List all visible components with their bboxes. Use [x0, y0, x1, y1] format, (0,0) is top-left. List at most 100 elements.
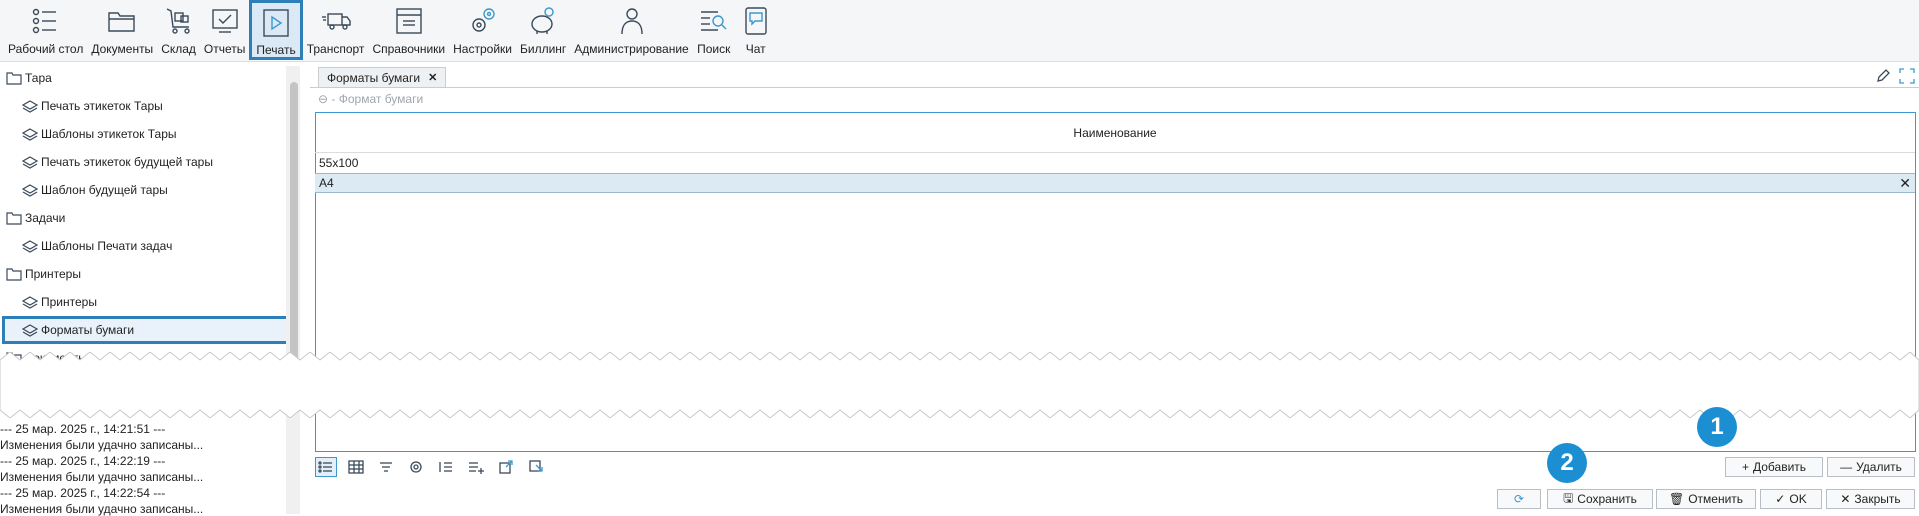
toolbar-label: Чат — [745, 42, 766, 56]
save-button-label: Сохранить — [1577, 492, 1637, 506]
tab-label: Форматы бумаги — [327, 70, 421, 85]
chat-icon — [739, 4, 773, 38]
save-button[interactable]: 🖫 Сохранить — [1547, 489, 1653, 509]
import-icon[interactable] — [525, 457, 547, 477]
layers-icon — [22, 239, 38, 253]
folder-icon — [6, 211, 22, 225]
tree-label: Печать этикеток Тары — [41, 99, 163, 113]
refresh-icon: ⟳ — [1513, 492, 1525, 506]
group-label: Формат бумаги — [338, 92, 424, 106]
tree-label: Принтеры — [25, 267, 81, 281]
trash-icon: 🗑 — [1668, 492, 1685, 506]
add-button[interactable]: + Добавить — [1725, 457, 1823, 477]
minus-icon: — — [1840, 460, 1853, 474]
add-list-icon[interactable] — [465, 457, 487, 477]
toolbar-label: Склад — [161, 42, 196, 56]
tab-divider — [310, 87, 1919, 88]
toolbar-warehouse-button[interactable]: Склад — [157, 0, 200, 60]
toolbar-label: Рабочий стол — [8, 42, 84, 56]
clear-icon[interactable]: ✕ — [1899, 175, 1911, 192]
list-view-icon[interactable] — [315, 457, 337, 477]
plus-icon: + — [1741, 460, 1749, 474]
tree-label: Шаблон будущей тары — [41, 183, 168, 197]
toolbar-settings-button[interactable]: Настройки — [449, 0, 516, 60]
gear-icon[interactable] — [405, 457, 427, 477]
tree-label: Шаблоны Печати задач — [41, 239, 173, 253]
collapse-icon[interactable]: ⊖ — [318, 92, 328, 106]
tree-item-print-tara-labels[interactable]: Печать этикеток Тары — [22, 95, 163, 117]
toolbar-label: Поиск — [697, 42, 731, 56]
toolbar-reports-button[interactable]: Отчеты — [200, 0, 249, 60]
tree-item-future-tara-template[interactable]: Шаблон будущей тары — [22, 179, 168, 201]
sidebar-scroll-thumb[interactable] — [290, 82, 298, 382]
truck-icon — [319, 4, 353, 38]
toolbar-print-button[interactable]: Печать — [249, 0, 303, 60]
row-value: A4 — [319, 176, 334, 190]
check-icon: ✓ — [1775, 492, 1786, 506]
layers-icon — [22, 127, 38, 141]
toolbar-search-button[interactable]: Поиск — [693, 0, 735, 60]
cart-icon — [162, 4, 196, 38]
toolbar-label: Администрирование — [574, 42, 689, 56]
toolbar-billing-button[interactable]: Биллинг — [516, 0, 570, 60]
numbered-list-icon[interactable] — [435, 457, 457, 477]
grid-view-icon[interactable] — [345, 457, 367, 477]
close-icon: ✕ — [1840, 492, 1851, 506]
ok-button[interactable]: ✓ OK — [1760, 489, 1822, 509]
toolbar-references-button[interactable]: Справочники — [368, 0, 449, 60]
close-button-label: Закрыть — [1854, 492, 1901, 506]
folder-icon — [105, 4, 139, 38]
tree-folder-tasks[interactable]: Задачи — [6, 207, 65, 229]
expand-icon[interactable] — [1899, 68, 1915, 84]
toolbar-label: Документы — [91, 42, 154, 56]
report-icon — [208, 4, 242, 38]
layers-icon — [22, 183, 38, 197]
tree-label: Принтеры — [41, 295, 97, 309]
tab-paper-formats[interactable]: Форматы бумаги ✕ — [318, 67, 447, 87]
toolbar-label: Печать — [256, 43, 296, 57]
export-icon[interactable] — [495, 457, 517, 477]
table-row[interactable]: 55x100 — [315, 153, 1915, 173]
column-header-name[interactable]: Наименование — [315, 113, 1915, 153]
close-tab-icon[interactable]: ✕ — [428, 71, 437, 84]
log-timestamp: --- 25 мар. 2025 г., 14:22:19 --- — [0, 454, 166, 468]
toolbar-chat-button[interactable]: Чат — [735, 0, 777, 60]
tree-item-print-future-tara[interactable]: Печать этикеток будущей тары — [22, 151, 213, 173]
piggy-bank-icon — [526, 4, 560, 38]
group-header[interactable]: ⊖ - Формат бумаги — [318, 92, 423, 106]
delete-button[interactable]: — Удалить — [1827, 457, 1915, 477]
toolbar-admin-button[interactable]: Администрирование — [570, 0, 692, 60]
tree-folder-printers[interactable]: Принтеры — [6, 263, 81, 285]
log-timestamp: --- 25 мар. 2025 г., 14:21:51 --- — [0, 422, 166, 436]
toolbar-label: Справочники — [372, 42, 446, 56]
tree-item-tara-label-templates[interactable]: Шаблоны этикеток Тары — [22, 123, 177, 145]
floppy-icon: 🖫 — [1563, 490, 1574, 505]
tree-label: Форматы бумаги — [41, 323, 135, 337]
toolbar-label: Настройки — [453, 42, 512, 56]
close-button[interactable]: ✕ Закрыть — [1826, 489, 1915, 509]
tree-item-paper-formats[interactable]: Форматы бумаги — [2, 316, 291, 344]
tree-item-printers[interactable]: Принтеры — [22, 291, 97, 313]
refresh-button[interactable]: ⟳ — [1497, 489, 1541, 509]
torn-edge — [0, 352, 1919, 418]
tree-label: Шаблоны этикеток Тары — [41, 127, 177, 141]
search-list-icon — [697, 4, 731, 38]
toolbar-documents-button[interactable]: Документы — [87, 0, 157, 60]
tree-folder-tara[interactable]: Тара — [6, 67, 52, 89]
tree-item-task-print-templates[interactable]: Шаблоны Печати задач — [22, 235, 172, 257]
cancel-button-label: Отменить — [1688, 492, 1744, 506]
toolbar-transport-button[interactable]: Транспорт — [303, 0, 369, 60]
folder-icon — [6, 71, 22, 85]
log-message: Изменения были удачно записаны... — [0, 470, 204, 484]
pencil-icon[interactable] — [1875, 68, 1891, 84]
log-timestamp: --- 25 мар. 2025 г., 14:22:54 --- — [0, 486, 166, 500]
toolbar-desktop-button[interactable]: Рабочий стол — [4, 0, 87, 60]
table-row[interactable]: A4 ✕ — [315, 173, 1915, 193]
play-icon — [259, 7, 293, 39]
log-message: Изменения были удачно записаны... — [0, 438, 204, 452]
filter-icon[interactable] — [375, 457, 397, 477]
folder-icon — [6, 267, 22, 281]
layers-icon — [22, 323, 38, 337]
cancel-button[interactable]: 🗑 Отменить — [1656, 489, 1756, 509]
add-button-label: Добавить — [1752, 460, 1807, 474]
